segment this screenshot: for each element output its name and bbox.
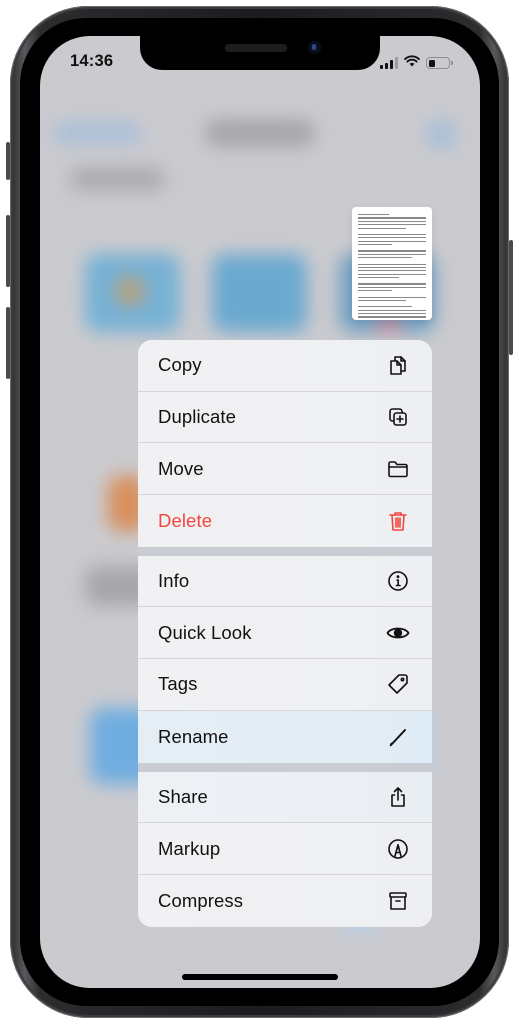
blurred-nav-title: [205, 120, 315, 146]
screen: 14:36 Copy Duplicate Move Delete Info Quick L…: [40, 36, 480, 988]
preview-text-line: [358, 240, 426, 242]
menu-item-move[interactable]: Move: [138, 443, 432, 496]
preview-text-line: [358, 224, 426, 226]
markup-icon: [386, 837, 410, 861]
pencil-icon: [386, 725, 410, 749]
front-camera: [308, 41, 321, 54]
menu-item-markup[interactable]: Markup: [138, 823, 432, 875]
preview-text-line: [358, 257, 413, 259]
preview-text-line: [358, 273, 426, 275]
menu-item-label: Rename: [158, 725, 229, 747]
menu-item-rename[interactable]: Rename: [138, 710, 432, 763]
menu-item-label: Compress: [158, 889, 244, 911]
duplicate-icon: [386, 405, 410, 429]
preview-text-line: [358, 263, 426, 265]
menu-item-quick-look[interactable]: Quick Look: [138, 607, 432, 660]
speaker-grille: [225, 44, 287, 52]
preview-text-line: [358, 296, 426, 298]
menu-group: Copy Duplicate Move Delete: [138, 340, 432, 547]
menu-item-label: Tags: [158, 673, 198, 695]
menu-item-label: Duplicate: [158, 406, 237, 428]
copy-icon: [386, 353, 410, 377]
menu-item-copy[interactable]: Copy: [138, 340, 432, 392]
menu-item-label: Delete: [158, 509, 213, 531]
battery-level: [428, 59, 436, 67]
blurred-folder: [212, 254, 307, 332]
battery-icon: [426, 57, 453, 69]
preview-text-line: [358, 227, 406, 229]
preview-text-line: [358, 244, 392, 246]
menu-item-label: Markup: [158, 837, 221, 859]
preview-text-line: [358, 306, 413, 308]
status-time: 14:36: [70, 52, 114, 70]
menu-item-tags[interactable]: Tags: [138, 659, 432, 711]
power-button: [509, 240, 513, 355]
volume-up-button: [6, 215, 10, 287]
cellular-signal-icon: [380, 57, 398, 69]
menu-item-delete[interactable]: Delete: [138, 495, 432, 547]
blurred-back-button: [52, 122, 142, 144]
blurred-nav-action: [425, 118, 457, 150]
document-preview[interactable]: [352, 207, 432, 320]
preview-text-line: [358, 283, 426, 285]
blurred-section-heading: [70, 168, 165, 190]
info-icon: [386, 569, 410, 593]
preview-text-line: [358, 277, 399, 279]
volume-down-button: [6, 307, 10, 379]
context-menu: Copy Duplicate Move Delete Info Quick Look Tag…: [138, 340, 432, 927]
preview-text-line: [358, 299, 406, 302]
preview-text-line: [358, 217, 426, 219]
preview-text-line: [358, 313, 426, 315]
menu-item-compress[interactable]: Compress: [138, 874, 432, 927]
preview-text-line: [358, 253, 426, 255]
home-indicator[interactable]: [182, 974, 338, 980]
preview-text-line: [358, 233, 426, 236]
wifi-icon: [404, 54, 420, 72]
menu-item-label: Copy: [158, 354, 202, 376]
preview-text-line: [358, 214, 389, 216]
preview-text-line: [358, 266, 426, 269]
preview-text-line: [358, 316, 426, 318]
menu-item-share[interactable]: Share: [138, 771, 432, 824]
archive-icon: [386, 889, 410, 913]
preview-text-line: [358, 270, 426, 272]
folder-icon: [386, 457, 410, 481]
menu-item-label: Quick Look: [158, 621, 252, 643]
menu-group: Share Markup Compress: [138, 771, 432, 927]
menu-item-label: Share: [158, 785, 208, 807]
menu-item-label: Move: [158, 457, 204, 479]
eye-icon: [386, 621, 410, 645]
preview-text-line: [358, 286, 426, 288]
preview-text-line: [358, 220, 426, 222]
menu-item-label: Info: [158, 570, 190, 592]
tag-icon: [386, 672, 410, 696]
silent-switch: [6, 142, 10, 180]
status-icons: [380, 54, 453, 72]
share-icon: [386, 785, 410, 809]
preview-text-line: [358, 290, 392, 292]
menu-item-duplicate[interactable]: Duplicate: [138, 391, 432, 444]
notch: [140, 36, 380, 70]
blurred-folder-badge: [115, 276, 145, 306]
preview-text-line: [358, 237, 426, 239]
menu-item-info[interactable]: Info: [138, 555, 432, 608]
preview-text-line: [358, 250, 426, 252]
trash-icon: [386, 509, 410, 533]
preview-text-line: [358, 309, 426, 311]
menu-group: Info Quick Look Tags Rename: [138, 555, 432, 763]
